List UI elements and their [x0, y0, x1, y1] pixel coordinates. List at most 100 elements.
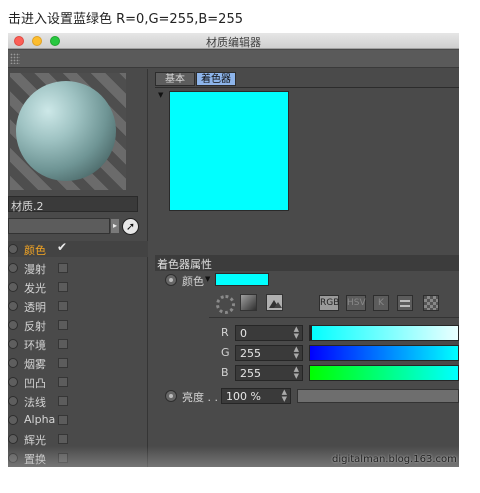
material-name: 材质.2 — [11, 200, 44, 213]
color-wheel-icon[interactable] — [215, 294, 235, 314]
g-input[interactable]: 255 ▲ ▼ — [235, 345, 303, 361]
title-bar: 材质编辑器 — [8, 33, 459, 49]
channel-label: 反射 — [24, 320, 46, 333]
channel-radio[interactable] — [8, 415, 18, 425]
channel-row-transparency[interactable]: 透明 — [8, 298, 148, 314]
brightness-value: 100 % — [226, 390, 261, 403]
channel-label: 透明 — [24, 301, 46, 314]
channel-label: Alpha — [24, 413, 56, 426]
g-spinner-icon[interactable]: ▲ ▼ — [294, 346, 299, 360]
channel-label: 发光 — [24, 282, 46, 295]
channel-checkbox[interactable] — [58, 339, 68, 349]
b-label: B — [221, 366, 229, 379]
r-value: 0 — [240, 327, 247, 340]
channel-checkbox[interactable] — [58, 434, 68, 444]
tab-divider — [155, 87, 459, 88]
channel-row-normal[interactable]: 法线 — [8, 393, 148, 409]
channel-row-fog[interactable]: 烟雾 — [8, 355, 148, 371]
channel-radio[interactable] — [8, 320, 18, 330]
channel-row-alpha[interactable]: Alpha — [8, 412, 148, 428]
color-swatch-large[interactable] — [169, 91, 289, 211]
channel-radio[interactable] — [8, 244, 18, 254]
channel-checkbox[interactable] — [58, 320, 68, 330]
color-anim-radio[interactable] — [165, 274, 177, 286]
channel-row-diffusion[interactable]: 漫射 — [8, 260, 148, 276]
b-input[interactable]: 255 ▲ ▼ — [235, 365, 303, 381]
channel-radio[interactable] — [8, 453, 18, 463]
g-label: G — [221, 346, 230, 359]
color-swatch-small[interactable] — [215, 273, 269, 286]
channel-radio[interactable] — [8, 339, 18, 349]
material-editor-window: 材质编辑器 材质.2 ▸ ➚ 颜色 ✔ 漫射 发光 透明 反射 环境 烟雾 凹凸… — [8, 33, 459, 467]
channel-label: 凹凸 — [24, 377, 46, 390]
tab-basic[interactable]: 基本 — [155, 72, 195, 86]
channel-radio[interactable] — [8, 377, 18, 387]
right-panel: 基本 着色器 ▼ 着色器属性 颜色 ▼ RGB HSV K R 0 ▲ ▼ G 2… — [149, 69, 459, 467]
divider — [209, 317, 459, 318]
channel-radio[interactable] — [8, 358, 18, 368]
left-panel: 材质.2 ▸ ➚ 颜色 ✔ 漫射 发光 透明 反射 环境 烟雾 凹凸 法线 Al… — [8, 69, 148, 467]
preview-sphere — [16, 81, 116, 181]
channel-label: 法线 — [24, 396, 46, 409]
brightness-slider[interactable] — [297, 389, 459, 403]
b-spinner-icon[interactable]: ▲ ▼ — [294, 366, 299, 380]
channel-checkbox[interactable] — [58, 377, 68, 387]
material-preview[interactable] — [10, 73, 126, 190]
channel-label: 置换 — [24, 453, 46, 466]
channel-row-environment[interactable]: 环境 — [8, 336, 148, 352]
material-name-bar[interactable]: 材质.2 — [8, 196, 138, 213]
sliders-icon[interactable] — [397, 295, 413, 311]
swatch-menu-icon[interactable]: ▼ — [158, 91, 163, 99]
channel-checkbox[interactable] — [58, 453, 68, 463]
channel-radio[interactable] — [8, 301, 18, 311]
b-slider[interactable] — [309, 365, 459, 381]
channel-row-glow[interactable]: 辉光 — [8, 431, 148, 447]
channel-checkbox[interactable] — [58, 301, 68, 311]
brightness-label: 亮度 . . — [182, 391, 218, 404]
brightness-spinner-icon[interactable]: ▲ ▼ — [282, 389, 287, 403]
channel-radio[interactable] — [8, 396, 18, 406]
image-icon[interactable] — [266, 294, 283, 311]
r-spinner-icon[interactable]: ▲ ▼ — [294, 326, 299, 340]
tool-strip — [8, 50, 459, 68]
window-title: 材质编辑器 — [206, 36, 261, 49]
checker-pattern-icon[interactable] — [423, 295, 439, 311]
gradient-icon[interactable] — [240, 294, 257, 311]
expand-arrow-icon[interactable]: ▸ — [111, 219, 119, 233]
channel-row-bump[interactable]: 凹凸 — [8, 374, 148, 390]
r-label: R — [221, 326, 229, 339]
channel-row-color[interactable]: 颜色 ✔ — [8, 240, 148, 257]
kelvin-mode-button[interactable]: K — [373, 295, 389, 311]
channel-label: 辉光 — [24, 434, 46, 447]
channel-row-displacement[interactable]: 置换 — [8, 450, 148, 466]
r-input[interactable]: 0 ▲ ▼ — [235, 325, 303, 341]
checkmark-icon[interactable]: ✔ — [57, 240, 67, 254]
watermark-text: digitalman.blog.163.com — [332, 454, 457, 465]
brightness-anim-radio[interactable] — [165, 390, 177, 402]
color-dropdown-icon[interactable]: ▼ — [205, 275, 210, 283]
rgb-mode-button[interactable]: RGB — [319, 295, 339, 311]
section-title: 着色器属性 — [157, 258, 212, 271]
channel-checkbox[interactable] — [58, 358, 68, 368]
cursor-icon[interactable]: ➚ — [122, 218, 139, 235]
section-header[interactable]: 着色器属性 — [155, 255, 459, 271]
channel-row-luminance[interactable]: 发光 — [8, 279, 148, 295]
channel-radio[interactable] — [8, 434, 18, 444]
material-filter-input[interactable] — [8, 218, 110, 234]
channel-label: 烟雾 — [24, 358, 46, 371]
channel-checkbox[interactable] — [58, 396, 68, 406]
grip-icon[interactable] — [10, 53, 20, 64]
g-slider[interactable] — [309, 345, 459, 361]
channel-radio[interactable] — [8, 263, 18, 273]
channel-checkbox[interactable] — [58, 415, 68, 425]
channel-checkbox[interactable] — [58, 282, 68, 292]
channel-row-reflection[interactable]: 反射 — [8, 317, 148, 333]
brightness-input[interactable]: 100 % ▲ ▼ — [221, 388, 291, 404]
hsv-mode-button[interactable]: HSV — [346, 295, 366, 311]
g-value: 255 — [240, 347, 261, 360]
r-slider[interactable] — [309, 325, 459, 341]
tab-shader[interactable]: 着色器 — [196, 72, 236, 86]
channel-checkbox[interactable] — [58, 263, 68, 273]
channel-label: 漫射 — [24, 263, 46, 276]
channel-radio[interactable] — [8, 282, 18, 292]
